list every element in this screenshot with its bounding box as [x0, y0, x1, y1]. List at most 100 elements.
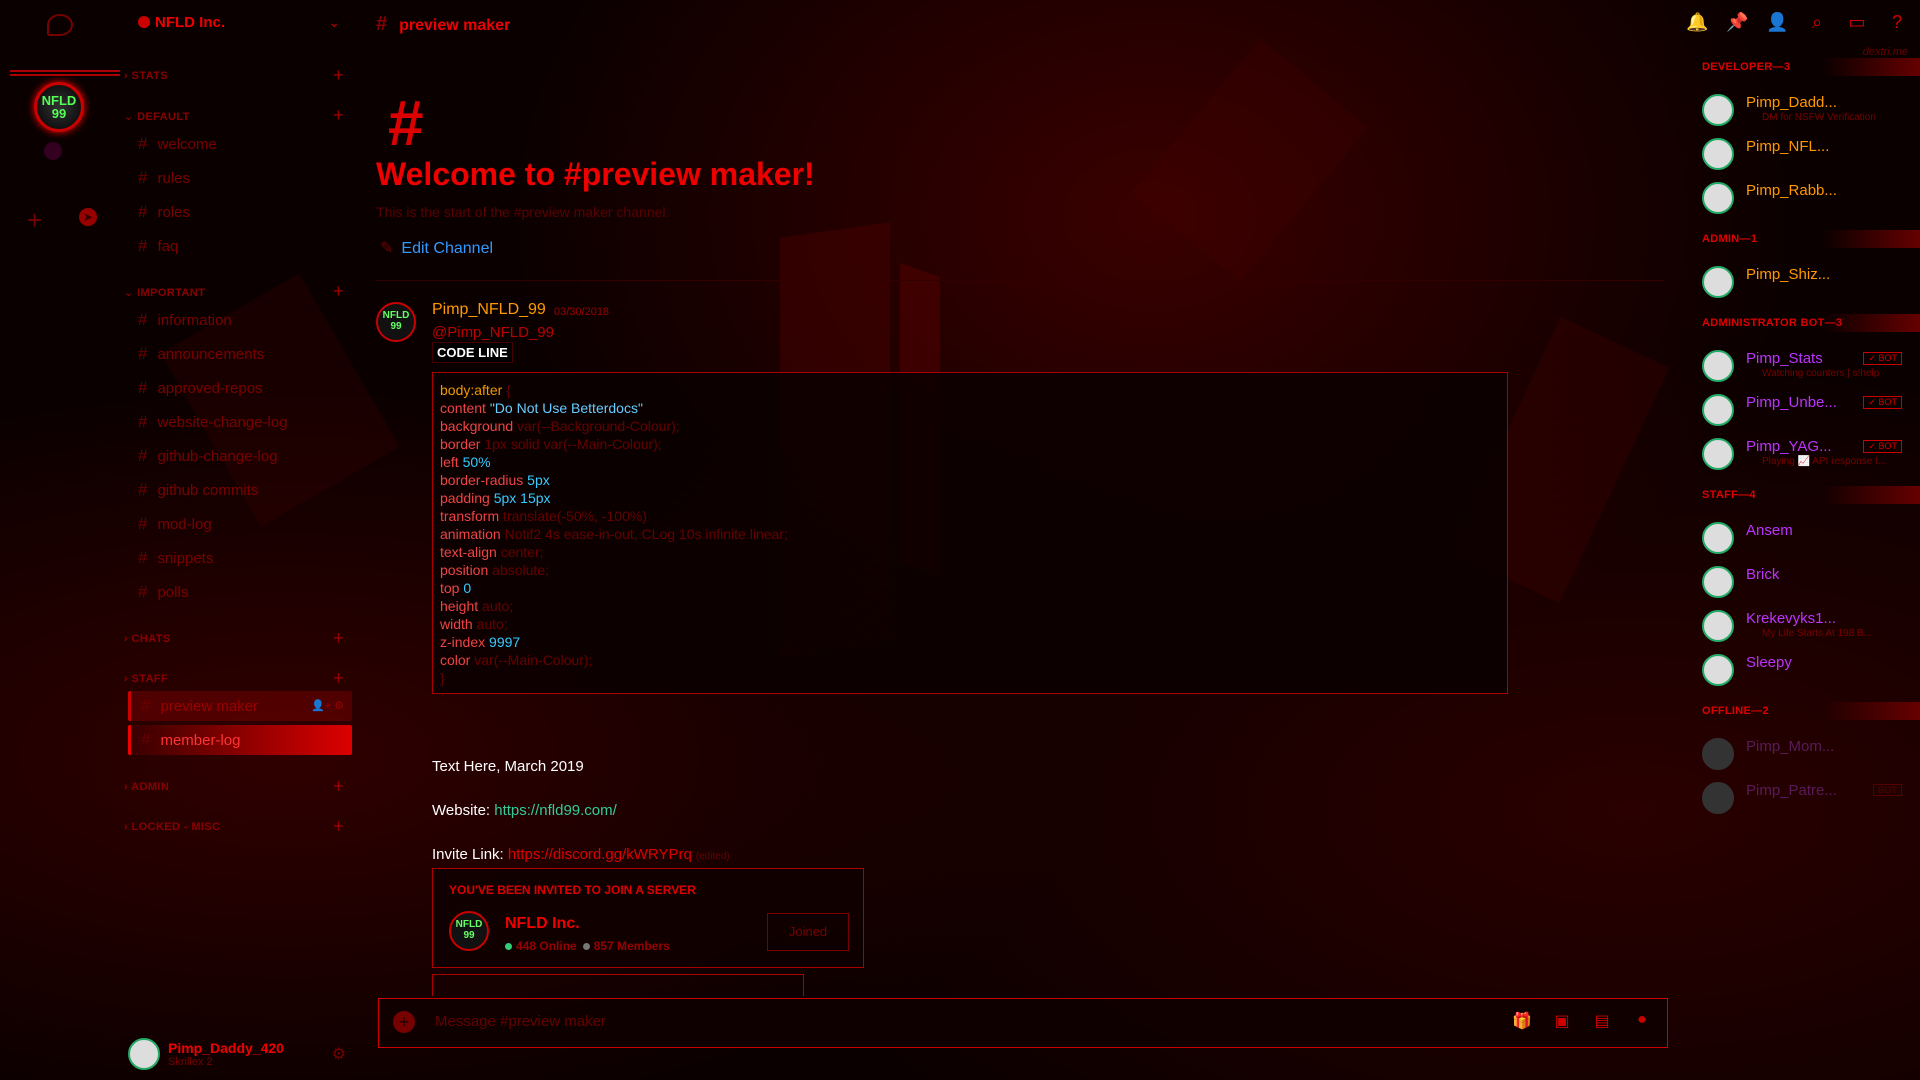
member-name: Pimp_YAG...: [1746, 438, 1832, 455]
website-line: Website: https://nfld99.com/: [432, 802, 617, 819]
hash-icon: #: [138, 582, 148, 601]
joined-button[interactable]: Joined: [767, 913, 849, 951]
gift-icon[interactable]: 🎁: [1509, 1011, 1535, 1031]
user-mention[interactable]: @Pimp_NFLD_99: [432, 324, 554, 341]
message-composer: + Message #preview maker 🎁 ▣ ▤ ●: [378, 998, 1668, 1048]
channel-preview-maker[interactable]: # preview maker 👤+ ⚙: [128, 691, 352, 721]
channel-member-log[interactable]: # member-log: [128, 725, 352, 755]
code-line: position absolute;: [440, 562, 549, 578]
channel-approved-repos[interactable]: # approved-repos: [128, 373, 352, 403]
home-chat-icon[interactable]: [47, 14, 73, 36]
gear-icon[interactable]: ⚙: [332, 1044, 346, 1064]
hash-icon: #: [376, 13, 388, 35]
channel-polls[interactable]: # polls: [128, 577, 352, 607]
avatar: [1702, 394, 1734, 426]
search-icon[interactable]: ⌕: [1806, 12, 1828, 33]
member-item[interactable]: Sleepy: [1702, 650, 1920, 690]
pin-icon[interactable]: 📌: [1726, 12, 1748, 33]
avatar[interactable]: [128, 1038, 160, 1070]
channel-roles[interactable]: # roles: [128, 197, 352, 227]
invite-link[interactable]: https://discord.gg/kWRYPrq: [508, 846, 692, 863]
member-item[interactable]: Pimp_Dadd... DM for NSFW Verification: [1702, 90, 1920, 130]
channel-header: # preview maker 🔔 📌 👤 ⌕ ▭ ?: [352, 0, 1920, 46]
channel-information[interactable]: # information: [128, 305, 352, 335]
user-status: Skrillex 2: [168, 1056, 213, 1068]
member-name: Pimp_Unbe...: [1746, 394, 1837, 411]
member-item[interactable]: Pimp_Unbe... ✓ BOT: [1702, 390, 1920, 430]
message-author[interactable]: Pimp_NFLD_99: [432, 301, 546, 319]
add-channel-icon[interactable]: +: [333, 281, 344, 302]
add-channel-icon[interactable]: +: [333, 105, 344, 126]
code-line: width auto;: [440, 616, 508, 632]
gif-icon[interactable]: ▣: [1549, 1011, 1575, 1031]
channel-snippets[interactable]: # snippets: [128, 543, 352, 573]
bot-badge: ✓ BOT: [1863, 352, 1902, 365]
edit-channel-link[interactable]: ✎ Edit Channel: [380, 238, 493, 258]
channel-rules[interactable]: # rules: [128, 163, 352, 193]
member-status: Watching counters | s!help: [1762, 368, 1880, 379]
member-item[interactable]: Ansem: [1702, 518, 1920, 558]
code-line: padding 5px 15px: [440, 490, 551, 506]
channel-announcements[interactable]: # announcements: [128, 339, 352, 369]
help-icon[interactable]: ?: [1886, 12, 1908, 33]
code-line: height auto;: [440, 598, 514, 614]
add-channel-icon[interactable]: +: [333, 668, 344, 689]
member-status: Playing 📈 API response t...: [1762, 456, 1887, 467]
add-channel-icon[interactable]: +: [333, 65, 344, 86]
channel-mod-log[interactable]: # mod-log: [128, 509, 352, 539]
member-item[interactable]: Pimp_YAG... Playing 📈 API response t... ✓ …: [1702, 434, 1920, 474]
category-important[interactable]: ⌄ IMPORTANT +: [124, 281, 344, 301]
channel-github-commits[interactable]: # github commits: [128, 475, 352, 505]
member-item[interactable]: Brick: [1702, 562, 1920, 602]
category-admin[interactable]: › ADMIN +: [124, 776, 344, 796]
message-input[interactable]: Message #preview maker: [435, 1013, 606, 1030]
add-channel-icon[interactable]: +: [333, 776, 344, 797]
sticker-icon[interactable]: ▤: [1589, 1011, 1615, 1031]
category-locked-misc[interactable]: › LOCKED - MISC +: [124, 816, 344, 836]
code-line: body:after {: [440, 382, 511, 398]
invite-settings-icon[interactable]: 👤+ ⚙: [311, 691, 344, 721]
members-icon[interactable]: 👤: [1766, 12, 1788, 33]
invite-line: Invite Link: https://discord.gg/kWRYPrq(…: [432, 846, 730, 863]
upload-plus-icon[interactable]: +: [393, 1011, 415, 1033]
add-channel-icon[interactable]: +: [333, 628, 344, 649]
emoji-icon[interactable]: ●: [1629, 1011, 1655, 1031]
member-name: Pimp_Dadd...: [1746, 94, 1837, 111]
member-item[interactable]: Pimp_Shiz...: [1702, 262, 1920, 302]
member-item[interactable]: Krekevyks1... My Life Starts At 198 B...: [1702, 606, 1920, 646]
channel-welcome[interactable]: # welcome: [128, 129, 352, 159]
server-name-header[interactable]: NFLD Inc.: [138, 14, 225, 31]
code-line: background var(--Background-Colour);: [440, 418, 680, 434]
channel-website-change-log[interactable]: # website-change-log: [128, 407, 352, 437]
inbox-icon[interactable]: ▭: [1846, 12, 1868, 33]
server-icon[interactable]: [44, 142, 62, 160]
category-default[interactable]: ⌄ DEFAULT +: [124, 105, 344, 125]
channel-faq[interactable]: # faq: [128, 231, 352, 261]
website-link[interactable]: https://nfld99.com/: [494, 802, 617, 819]
invite-header: YOU'VE BEEN INVITED TO JOIN A SERVER: [449, 883, 696, 897]
category-stats[interactable]: › STATS +: [124, 65, 344, 85]
members-dot-icon: [582, 943, 590, 950]
avatar[interactable]: NFLD 99: [376, 302, 416, 342]
add-channel-icon[interactable]: +: [333, 816, 344, 837]
channel-sidebar: NFLD Inc. ⌄ › STATS + ⌄ DEFAULT + # welcome…: [120, 0, 352, 1080]
server-icon-nfld[interactable]: NFLD 99: [34, 82, 84, 132]
channel-github-change-log[interactable]: # github-change-log: [128, 441, 352, 471]
member-item[interactable]: Pimp_Mom...: [1702, 734, 1920, 774]
member-item[interactable]: Pimp_Rabb...: [1702, 178, 1920, 218]
invite-server-name: NFLD Inc.: [505, 915, 580, 932]
category-chats[interactable]: › CHATS +: [124, 628, 344, 648]
chevron-down-icon[interactable]: ⌄: [328, 14, 340, 31]
category-staff[interactable]: › STAFF +: [124, 668, 344, 688]
add-server-icon[interactable]: +: [27, 205, 42, 236]
explore-compass-icon[interactable]: ➤: [79, 208, 97, 226]
bot-badge: ✓ BOT: [1863, 396, 1902, 409]
member-item[interactable]: Pimp_Stats Watching counters | s!help ✓ BO…: [1702, 346, 1920, 386]
hash-icon: #: [138, 514, 148, 533]
code-line: top 0: [440, 580, 472, 596]
member-group-header: DEVELOPER—3: [1702, 58, 1920, 76]
bell-icon[interactable]: 🔔: [1686, 12, 1708, 33]
member-item[interactable]: Pimp_Patre... BOT: [1702, 778, 1920, 818]
member-item[interactable]: Pimp_NFL...: [1702, 134, 1920, 174]
hash-icon: #: [138, 548, 148, 567]
